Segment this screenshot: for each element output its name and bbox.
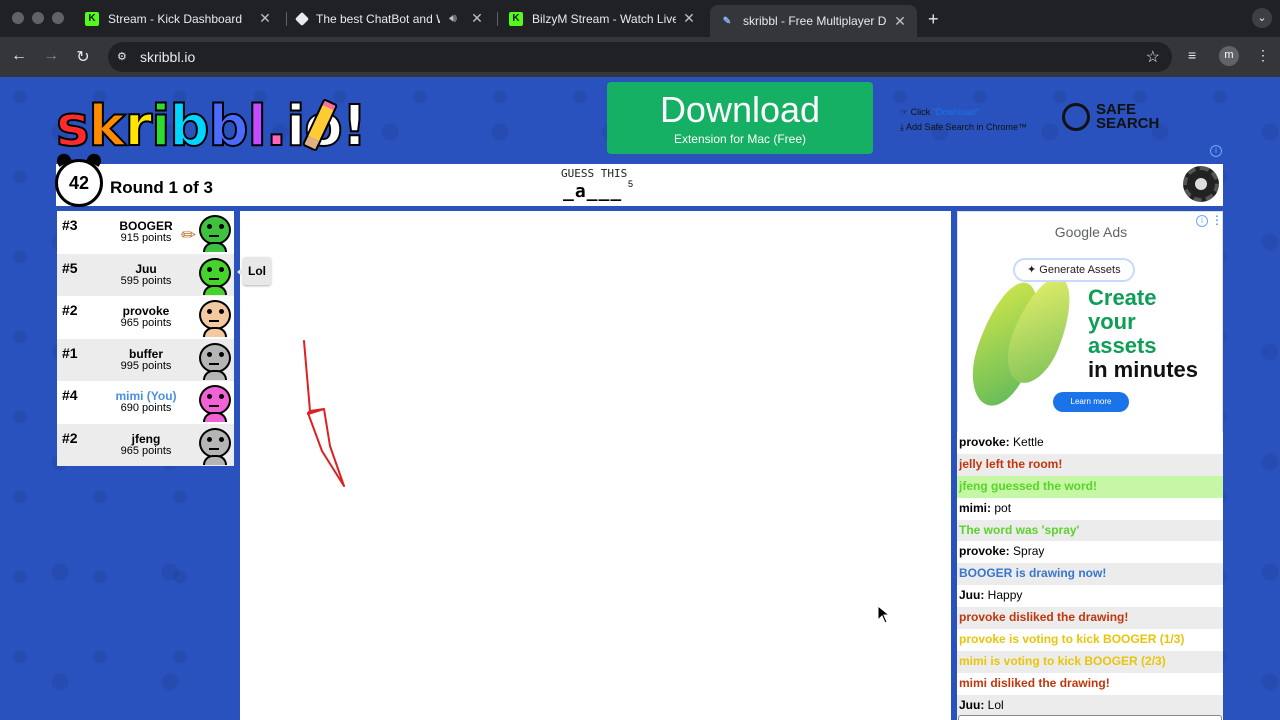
player-row[interactable]: #3 BOOGER 915 points ✏ bbox=[57, 211, 234, 254]
chat-message: provoke: Kettle bbox=[959, 435, 1044, 449]
ad-instructions: ☞ Click "Download" ⤓ Add Safe Search in … bbox=[900, 107, 1028, 132]
reload-icon[interactable]: ↻ bbox=[73, 47, 93, 67]
skribbl-page: skribbl.io! Download Extension for Mac (… bbox=[0, 77, 1280, 720]
close-icon[interactable]: ✕ bbox=[893, 13, 907, 30]
drawing-canvas[interactable] bbox=[240, 211, 951, 720]
timer-clock: 42 bbox=[55, 159, 103, 207]
chat-message: The word was 'spray' bbox=[957, 519, 1223, 542]
mouse-cursor-icon bbox=[877, 605, 891, 624]
chat-message: jfeng guessed the word! bbox=[957, 475, 1223, 498]
forward-icon[interactable]: → bbox=[41, 47, 61, 65]
bookmark-star-icon[interactable]: ☆ bbox=[1146, 47, 1160, 67]
google-ad[interactable]: Google Ads ✦ Generate Assets Create your… bbox=[957, 211, 1223, 433]
chat-message: mimi is voting to kick BOOGER (2/3) bbox=[957, 650, 1223, 673]
ad-menu-icon[interactable]: ⋮ bbox=[1211, 213, 1222, 227]
drawing-stroke bbox=[303, 340, 345, 487]
ad-headline: Create your assets in minutes bbox=[1088, 285, 1199, 382]
address-bar[interactable]: ⚙ skribbl.io ☆ bbox=[108, 42, 1172, 72]
tab-bilzym-stream[interactable]: K BilzyM Stream - Watch Live o ✕ bbox=[499, 5, 706, 32]
avatar bbox=[197, 342, 231, 380]
chat-message: provoke disliked the drawing! bbox=[957, 607, 1223, 630]
back-icon[interactable]: ← bbox=[9, 47, 29, 65]
game-header bbox=[56, 164, 1223, 206]
tab-skribbl[interactable]: ✎ skribbl - Free Multiplayer Dra ✕ bbox=[710, 5, 917, 37]
browser-tab-bar: K Stream - Kick Dashboard ✕ The best Cha… bbox=[0, 0, 1280, 37]
close-icon[interactable]: ✕ bbox=[258, 10, 272, 27]
chat-message: mimi disliked the drawing! bbox=[959, 675, 1110, 690]
avatar bbox=[197, 384, 231, 422]
speech-bubble: Lol bbox=[237, 257, 271, 285]
chat-message: Juu: Lol bbox=[957, 694, 1223, 717]
skribbl-icon: ✎ bbox=[722, 15, 732, 27]
speaker-icon[interactable]: 🔊︎ bbox=[446, 11, 460, 26]
player-list: #3 BOOGER 915 points ✏ #5 Juu 595 points… bbox=[57, 211, 234, 466]
new-tab-icon[interactable]: + bbox=[928, 9, 939, 30]
kick-icon: K bbox=[85, 11, 99, 26]
kick-icon: K bbox=[509, 11, 523, 26]
chat-input[interactable] bbox=[958, 715, 1222, 720]
ad-info-icon[interactable]: i bbox=[1196, 215, 1208, 227]
chat-message: jelly left the room! bbox=[957, 453, 1223, 476]
player-row[interactable]: #2 provoke 965 points bbox=[57, 296, 234, 339]
ad-info-icon[interactable]: i bbox=[1210, 145, 1222, 157]
magnifier-icon bbox=[1062, 103, 1090, 131]
media-queue-icon[interactable]: ≡ bbox=[1188, 47, 1196, 63]
window-close-dot[interactable] bbox=[12, 12, 24, 24]
player-row[interactable]: #5 Juu 595 points bbox=[57, 253, 234, 296]
chat-message: mimi: pot bbox=[959, 500, 1012, 515]
browser-toolbar: ← → ↻ ⚙ skribbl.io ☆ ≡ m ⋮ bbox=[0, 37, 1280, 77]
menu-kebab-icon[interactable]: ⋮ bbox=[1256, 47, 1270, 64]
tab-chatbot[interactable]: The best ChatBot and Wi 🔊︎ ✕ bbox=[287, 5, 494, 32]
player-row[interactable]: #2 jfeng 965 points bbox=[57, 423, 234, 466]
learn-more-button[interactable]: Learn more bbox=[1053, 392, 1129, 412]
chat-message: provoke is voting to kick BOOGER (1/3) bbox=[959, 632, 1185, 647]
site-settings-icon[interactable]: ⚙ bbox=[117, 50, 131, 64]
guess-label: GUESS THIS bbox=[561, 167, 628, 180]
chatbot-icon bbox=[294, 11, 310, 26]
safe-search-logo[interactable]: SAFE SEARCH bbox=[1062, 102, 1159, 131]
settings-gear-icon[interactable] bbox=[1183, 166, 1219, 202]
chat-message: BOOGER is drawing now! bbox=[957, 563, 1223, 586]
profile-avatar[interactable]: m bbox=[1219, 46, 1239, 66]
window-minimize-dot[interactable] bbox=[32, 12, 44, 24]
round-indicator: Round 1 of 3 bbox=[110, 178, 213, 197]
avatar bbox=[197, 257, 231, 295]
download-extension-button[interactable]: Download Extension for Mac (Free) bbox=[607, 82, 873, 154]
tab-kick-dashboard[interactable]: K Stream - Kick Dashboard ✕ bbox=[75, 5, 282, 32]
tab-search-icon[interactable]: ⌄ bbox=[1252, 8, 1272, 28]
word-hint: _a___ bbox=[563, 181, 623, 202]
avatar bbox=[197, 299, 231, 337]
generate-assets-chip: ✦ Generate Assets bbox=[1013, 258, 1135, 282]
close-icon[interactable]: ✕ bbox=[682, 10, 696, 27]
drawing-pencil-icon: ✏ bbox=[181, 225, 197, 245]
chat-log: provoke: Kettle jelly left the room! jfe… bbox=[957, 432, 1223, 720]
avatar bbox=[197, 427, 231, 465]
chat-message: Juu: Happy bbox=[959, 588, 1023, 603]
close-icon[interactable]: ✕ bbox=[470, 10, 484, 27]
player-row[interactable]: #4 mimi (You) 690 points bbox=[57, 381, 234, 424]
player-row[interactable]: #1 buffer 995 points bbox=[57, 338, 234, 381]
word-length: 5 bbox=[628, 179, 634, 189]
chat-message: provoke: Spray bbox=[959, 544, 1045, 559]
window-maximize-dot[interactable] bbox=[52, 12, 64, 24]
avatar bbox=[197, 214, 231, 252]
